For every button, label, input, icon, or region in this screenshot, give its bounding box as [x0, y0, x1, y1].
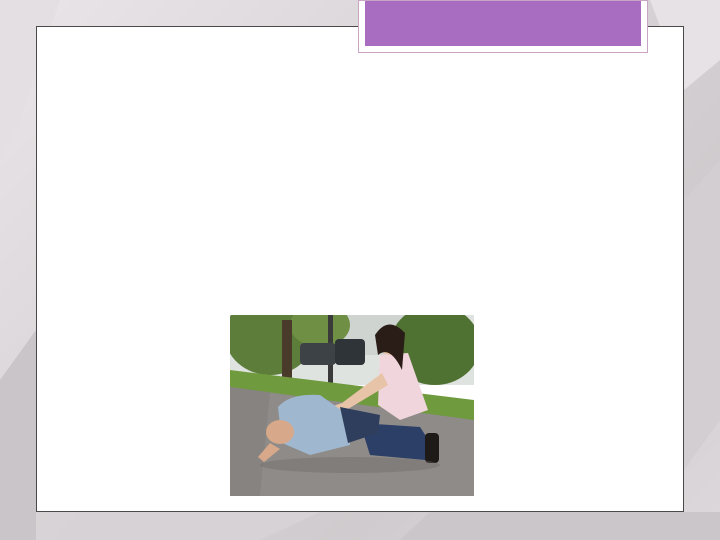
title-tab-accent	[365, 1, 641, 46]
title-tab	[358, 0, 648, 53]
first-aid-photo	[230, 315, 474, 496]
first-aid-illustration	[230, 315, 474, 496]
